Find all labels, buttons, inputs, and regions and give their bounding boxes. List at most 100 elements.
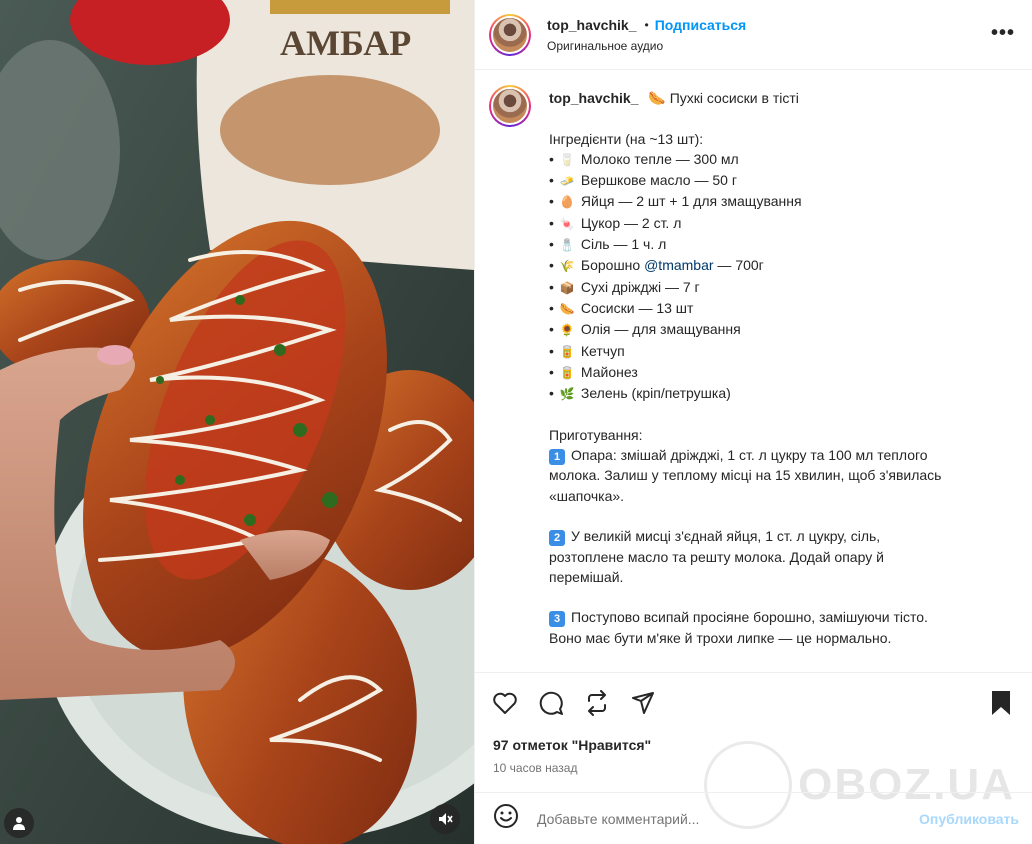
ingredient-emoji: 🌻 — [559, 323, 575, 338]
likes-count[interactable]: 97 отметок "Нравится" — [493, 737, 651, 753]
step-line: 1 Опара: змішай дріжджі, 1 ст. л цукру та… — [549, 445, 1017, 466]
post-media[interactable]: АМБАР — [0, 0, 474, 844]
step-line: перемішай. — [549, 567, 1017, 587]
ingredient-text: Вершкове масло — 50 г — [580, 172, 737, 189]
bullet: • — [549, 214, 554, 231]
more-options-icon[interactable]: ••• — [991, 22, 1015, 45]
ingredient-item: • 🥚 Яйця — 2 шт + 1 для змащування — [549, 191, 1017, 212]
step-line: Воно має бути м'яке й трохи липке — це н… — [549, 628, 1017, 648]
user-icon — [13, 817, 25, 830]
ingredient-text: Цукор — 2 ст. л — [580, 214, 682, 231]
step-line: молока. Залиш у теплому місці на 15 хвил… — [549, 465, 1017, 485]
bullet: • — [549, 193, 554, 210]
ingredient-item: • 🥛 Молоко тепле — 300 мл — [549, 149, 1017, 170]
step-line: 2 У великій мисці з'єднай яйця, 1 ст. л ц… — [549, 526, 1017, 547]
ingredient-emoji: 🧈 — [559, 174, 575, 189]
bullet: • — [549, 342, 554, 359]
bullet: • — [549, 385, 554, 402]
actions-section: 97 отметок "Нравится" 10 часов назад OBO… — [475, 672, 1032, 829]
ingredient-item: • 🥫 Майонез — [549, 362, 1017, 383]
comment-input[interactable] — [537, 810, 897, 827]
step-text: «шапочка». — [549, 487, 625, 504]
step-item: 2 У великій мисці з'єднай яйця, 1 ст. л ц… — [549, 526, 1017, 607]
ingredient-emoji: 🥫 — [559, 344, 575, 359]
step-number-icon: 3 — [549, 611, 565, 628]
ingredient-text: — 700г — [713, 257, 764, 274]
like-icon[interactable] — [491, 689, 519, 717]
caption-title: Пухкі сосиски в тісті — [669, 90, 799, 106]
share-icon[interactable] — [629, 689, 657, 717]
bullet: • — [549, 150, 554, 167]
ingredient-item: • 🍬 Цукор — 2 ст. л — [549, 213, 1017, 234]
step-line: 3 Поступово всипай просіяне борошно, замі… — [549, 607, 1017, 628]
comment-bar: Опубликовать — [475, 792, 1032, 844]
tagged-user-button[interactable] — [4, 808, 34, 838]
ingredient-item: • 🌭 Сосиски — 13 шт — [549, 298, 1017, 319]
bookmark-icon[interactable] — [989, 689, 1017, 717]
ingredients-list: • 🥛 Молоко тепле — 300 мл • 🧈 Вершкове масло … — [549, 149, 1017, 405]
step-text: Опара: змішай дріжджі, 1 ст. л цукру та … — [571, 447, 928, 464]
step-line: «шапочка». — [549, 486, 1017, 506]
ingredient-emoji: 🥛 — [559, 152, 575, 167]
ingredient-item: • 🥫 Кетчуп — [549, 341, 1017, 362]
mute-button[interactable] — [430, 804, 460, 834]
ingredient-item: • 🧈 Вершкове масло — 50 г — [549, 170, 1017, 191]
step-line: розтоплене масло та решту молока. Додай … — [549, 547, 1017, 567]
ingredient-text: Кетчуп — [580, 342, 625, 359]
repost-icon[interactable] — [583, 689, 611, 717]
bullet: • — [549, 172, 554, 189]
step-text: Воно має бути м'яке й трохи липке — це н… — [549, 629, 892, 646]
ingredient-item: • 🌿 Зелень (кріп/петрушка) — [549, 383, 1017, 404]
hotdog-emoji: 🌭 — [648, 90, 666, 106]
ingredient-text: Майонез — [580, 363, 638, 380]
step-number-icon: 1 — [549, 449, 565, 466]
ingredient-emoji: 📦 — [559, 280, 575, 295]
caption-text: top_havchik_ 🌭 Пухкі сосиски в тісті Інг… — [549, 85, 1017, 672]
steps-header: Приготування: — [549, 426, 643, 443]
step-item: 1 Опара: змішай дріжджі, 1 ст. л цукру та… — [549, 445, 1017, 526]
bullet: • — [549, 278, 554, 295]
bag-label: АМБАР — [280, 23, 411, 63]
bullet: • — [549, 299, 554, 316]
ingredient-emoji: 🍬 — [559, 216, 575, 231]
ingredient-text: Зелень (кріп/петрушка) — [580, 385, 731, 402]
ingredient-item: • 🌾 Борошно @tmambar — 700г — [549, 255, 1017, 276]
ingredient-text: Олія — для змащування — [580, 321, 741, 338]
bullet: • — [549, 236, 554, 253]
speaker-muted-icon — [439, 813, 453, 825]
caption-username[interactable]: top_havchik_ — [549, 90, 638, 106]
ingredient-emoji: 🥫 — [559, 365, 575, 380]
food-photo: АМБАР — [0, 0, 474, 844]
follow-button[interactable]: Подписаться — [655, 17, 747, 33]
caption-area: top_havchik_ 🌭 Пухкі сосиски в тісті Інг… — [475, 71, 1032, 672]
step-text: перемішай. — [549, 568, 624, 585]
username-link[interactable]: top_havchik_ — [547, 17, 636, 33]
caption-avatar[interactable] — [489, 85, 531, 127]
post-panel: top_havchik_ • Подписаться Оригинальное … — [474, 0, 1032, 844]
ingredient-text: Сіль — 1 ч. л — [580, 236, 667, 253]
step-item: 3 Поступово всипай просіяне борошно, замі… — [549, 607, 1017, 668]
step-text: У великій мисці з'єднай яйця, 1 ст. л цу… — [571, 528, 881, 545]
audio-link[interactable]: Оригинальное аудио — [547, 39, 746, 53]
comment-icon[interactable] — [537, 689, 565, 717]
emoji-icon[interactable] — [493, 803, 519, 834]
step-number-icon: 2 — [549, 530, 565, 547]
publish-button[interactable]: Опубликовать — [919, 811, 1019, 827]
ingredient-item: • 🌻 Олія — для змащування — [549, 319, 1017, 340]
avatar[interactable] — [489, 13, 531, 56]
ingredient-emoji: 🌾 — [559, 259, 575, 274]
ingredient-item: • 📦 Сухі дріжджі — 7 г — [549, 277, 1017, 298]
post-header: top_havchik_ • Подписаться Оригинальное … — [475, 0, 1032, 70]
mention-link[interactable]: @tmambar — [644, 257, 713, 273]
ingredient-emoji: 🌿 — [559, 387, 575, 402]
ingredient-text: Яйця — 2 шт + 1 для змащування — [580, 193, 802, 210]
post-time[interactable]: 10 часов назад — [493, 761, 577, 775]
ingredient-emoji: 🌭 — [559, 301, 575, 316]
ingredient-item: • 🧂 Сіль — 1 ч. л — [549, 234, 1017, 255]
bullet: • — [549, 321, 554, 338]
ingredients-header: Інгредієнти (на ~13 шт): — [549, 130, 704, 147]
ingredient-text: Молоко тепле — 300 мл — [580, 150, 739, 167]
ingredient-text: Сухі дріжджі — 7 г — [580, 278, 700, 295]
bullet: • — [549, 363, 554, 380]
ingredient-text: Сосиски — 13 шт — [580, 299, 694, 316]
